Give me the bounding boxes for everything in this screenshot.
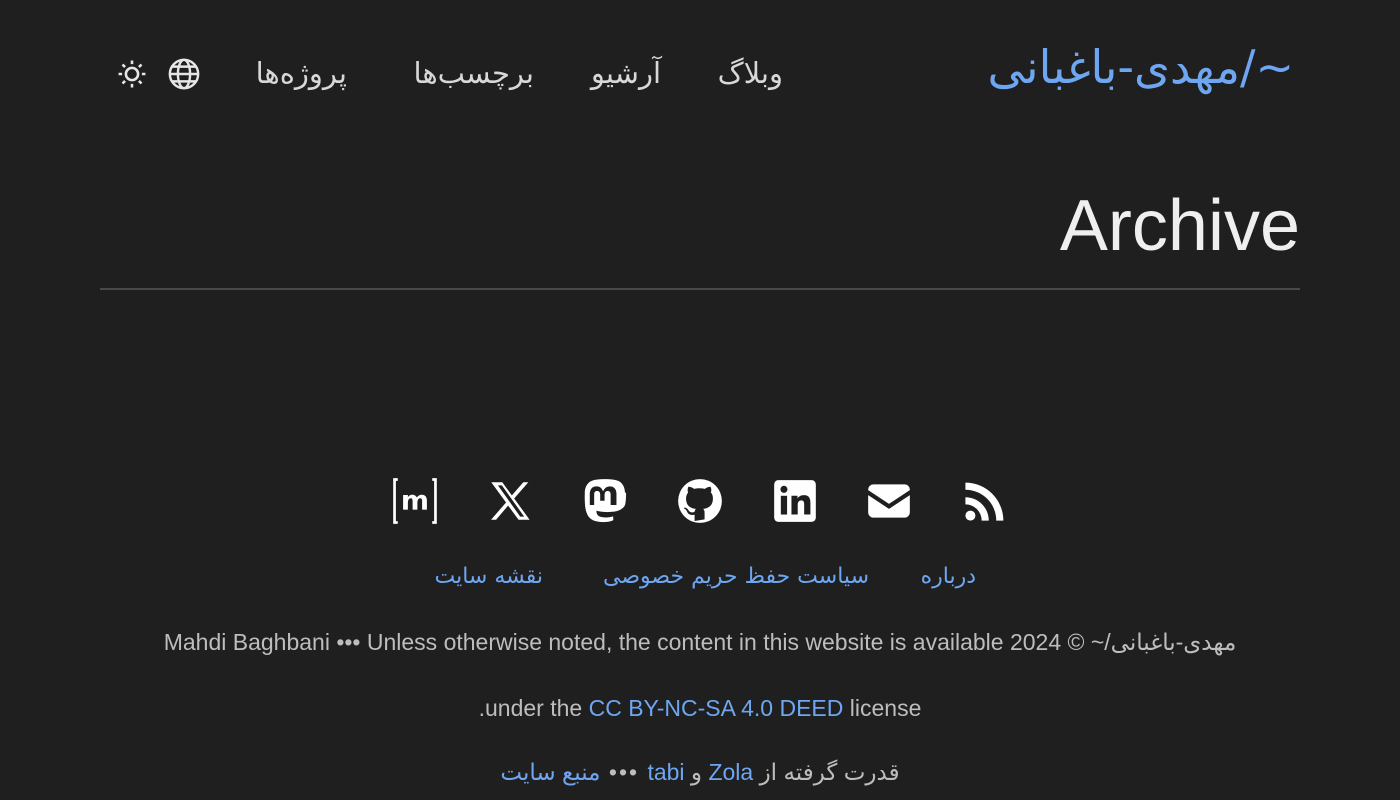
and-text: و <box>684 759 709 785</box>
footer-copyright: Mahdi Baghbani ••• Unless otherwise note… <box>163 629 1237 655</box>
matrix-icon[interactable]: m <box>388 476 438 526</box>
site-title-link[interactable]: ~/مهدی-باغبانی <box>987 40 1294 94</box>
mastodon-icon[interactable] <box>580 476 630 526</box>
license-prefix: .under the <box>478 695 589 721</box>
globe-icon[interactable] <box>167 57 201 91</box>
github-icon[interactable] <box>675 476 725 526</box>
nav-projects[interactable]: پروژه‌ها <box>256 56 347 90</box>
footer-link-sitemap[interactable]: نقشه سایت <box>434 564 543 589</box>
license-link[interactable]: CC BY-NC-SA 4.0 DEED <box>589 695 844 721</box>
x-icon[interactable] <box>485 476 535 526</box>
nav-blog[interactable]: وبلاگ <box>718 56 783 90</box>
footer-link-about[interactable]: درباره <box>921 564 976 589</box>
nav-archive[interactable]: آرشیو <box>591 56 661 90</box>
rss-icon[interactable] <box>960 476 1010 526</box>
tabi-link[interactable]: tabi <box>647 759 684 785</box>
license-suffix: license <box>843 695 922 721</box>
footer-link-privacy[interactable]: سیاست حفظ حریم خصوصی <box>603 564 869 589</box>
sun-icon[interactable] <box>115 57 149 91</box>
title-divider <box>100 288 1300 290</box>
source-link[interactable]: منبع سایت <box>500 759 600 785</box>
footer-license-line: .under the CC BY-NC-SA 4.0 DEED license <box>0 695 1400 722</box>
mail-icon[interactable] <box>864 476 914 526</box>
powered-by-text: قدرت گرفته از <box>753 759 900 785</box>
svg-text:m: m <box>401 485 429 516</box>
zola-link[interactable]: Zola <box>708 759 753 785</box>
footer-powered-line: قدرت گرفته از Zola و tabi ••• منبع سایت <box>0 759 1400 786</box>
page-title: Archive <box>1059 186 1300 266</box>
linkedin-icon[interactable] <box>770 476 820 526</box>
nav-tags[interactable]: برچسب‌ها <box>414 56 534 90</box>
separator-dots: ••• <box>600 759 648 785</box>
site-header: ~/مهدی-باغبانی وبلاگ آرشیو برچسب‌ها پروژ… <box>0 0 1400 150</box>
